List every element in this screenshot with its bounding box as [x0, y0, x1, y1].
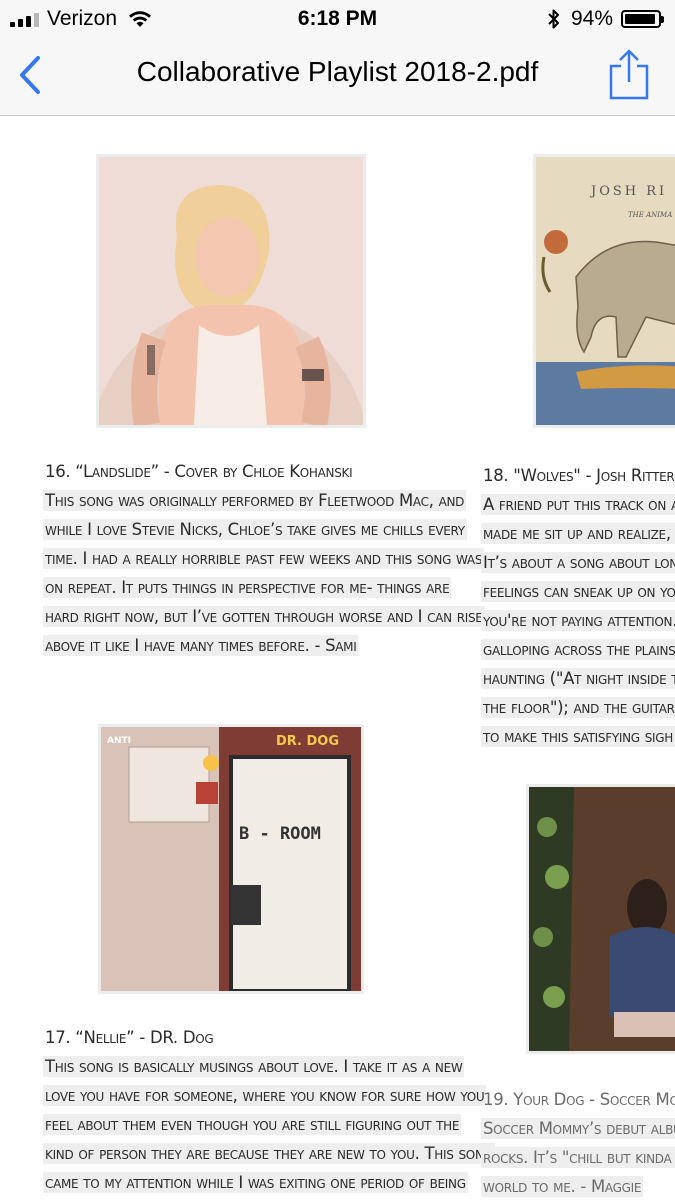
entry-line: A friend put this track on a mix [481, 494, 675, 515]
entry-line: the floor"); and the guitar riff [481, 697, 675, 718]
entry-line: world to me. - Maggie [481, 1176, 644, 1197]
cover-artist-text: JOSH RI [589, 184, 667, 199]
document-title: Collaborative Playlist 2018-2.pdf [136, 56, 539, 87]
entry-line: time. I had a really horrible past few w… [43, 548, 485, 569]
cover-album-text: THE ANIMA [628, 211, 672, 219]
album-cover-image: JOSH RI THE ANIMA [536, 157, 675, 425]
entry-line: came to my attention while I was exiting… [43, 1172, 468, 1193]
status-right: 94% [547, 7, 664, 31]
album-art-landslide [96, 154, 366, 428]
entry-line: rocks. It’s "chill but kinda sad" [481, 1147, 675, 1168]
entry-line: while I love Stevie Nicks, Chloe’s take … [43, 519, 467, 540]
entry-line: galloping across the plains; the [481, 639, 675, 660]
portrait-image [99, 157, 363, 425]
bluetooth-icon [548, 9, 559, 29]
share-icon [609, 49, 649, 100]
band-text: DR. DOG [276, 734, 339, 749]
entry-18: 18. "Wolves" - Josh Ritter A friend put … [481, 465, 675, 755]
album-art-your-dog [526, 784, 675, 1054]
entry-line: love you have for someone, where you kno… [43, 1085, 487, 1106]
entry-title: 17. “Nellie” - DR. Dog [45, 1028, 214, 1047]
entry-line: you're not paying attention. Th [481, 610, 675, 631]
pdf-page[interactable]: JOSH RI THE ANIMA 16. “Landslide” - Cove… [0, 116, 675, 1200]
entry-line: haunting ("At night inside the [481, 668, 675, 689]
entry-17: 17. “Nellie” - DR. Dog This song is basi… [43, 1027, 495, 1200]
entry-line: kind of person they are because they are… [43, 1143, 495, 1164]
battery-icon [621, 10, 664, 28]
entry-line: feel about them even though you are stil… [43, 1114, 462, 1135]
entry-title: 18. "Wolves" - Josh Ritter [483, 466, 675, 485]
entry-line: hard right now, but I’ve gotten through … [43, 606, 485, 627]
entry-line: feelings can sneak up on you li [481, 581, 675, 602]
label-text: ANTI [107, 736, 131, 746]
entry-title: 19. Your Dog - Soccer Mommy [483, 1090, 675, 1109]
album-cover-image: ANTI DR. DOG B - ROOM [101, 727, 361, 991]
entry-16: 16. “Landslide” - Cover by Chloe Kohansk… [43, 461, 485, 664]
entry-line: Soccer Mommy’s debut album ca [481, 1118, 675, 1139]
entry-line: on repeat. It puts things in perspective… [43, 577, 452, 598]
entry-line: This song was originally performed by Fl… [43, 490, 467, 511]
entry-line: It’s about a song about lonelin [481, 552, 675, 573]
sign-text: B - ROOM [239, 824, 321, 844]
status-bar: Verizon 6:18 PM 94% [0, 0, 675, 38]
share-button[interactable] [607, 48, 651, 102]
entry-line: above it like I have many times before. … [43, 635, 359, 656]
entry-line: This song is basically musings about lov… [43, 1056, 465, 1077]
entry-19: 19. Your Dog - Soccer Mommy Soccer Mommy… [481, 1089, 675, 1200]
album-art-nellie: ANTI DR. DOG B - ROOM [98, 724, 364, 994]
battery-percent: 94% [570, 7, 613, 30]
entry-title: 16. “Landslide” - Cover by Chloe Kohansk… [45, 462, 353, 481]
entry-line: made me sit up and realize, "Oh, [481, 523, 675, 544]
album-cover-image [529, 787, 675, 1051]
navigation-bar: Collaborative Playlist 2018-2.pdf [0, 38, 675, 116]
album-art-wolves: JOSH RI THE ANIMA [533, 154, 675, 428]
entry-line: to make this satisfying sigh of a [481, 726, 675, 747]
